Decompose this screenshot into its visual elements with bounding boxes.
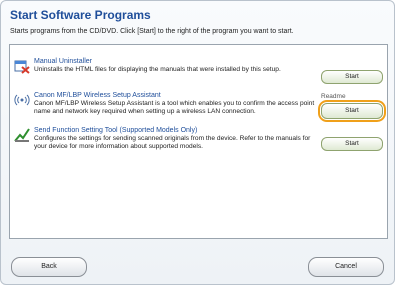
readme-link[interactable]: Readme xyxy=(321,93,346,100)
send-settings-icon xyxy=(14,127,30,143)
uninstaller-icon xyxy=(14,58,30,74)
wireless-icon xyxy=(14,92,30,108)
start-button-manual-uninstaller[interactable]: Start xyxy=(321,70,383,84)
program-description: Canon MF/LBP Wireless Setup Assistant is… xyxy=(34,100,315,115)
setup-window: Start Software Programs Starts programs … xyxy=(0,0,395,285)
instruction-text: Starts programs from the CD/DVD. Click [… xyxy=(10,28,294,35)
cancel-button[interactable]: Cancel xyxy=(308,257,384,277)
start-button-wireless-setup[interactable]: Start xyxy=(318,100,386,122)
program-name: Manual Uninstaller xyxy=(34,58,92,65)
start-button-send-function-tool[interactable]: Start xyxy=(321,137,383,151)
programs-panel: Manual Uninstaller Uninstalls the HTML f… xyxy=(9,44,388,239)
program-name: Canon MF/LBP Wireless Setup Assistant xyxy=(34,92,161,99)
program-name: Send Function Setting Tool (Supported Mo… xyxy=(34,127,198,134)
program-description: Uninstalls the HTML files for displaying… xyxy=(34,66,281,73)
page-title: Start Software Programs xyxy=(10,8,151,22)
program-description: Configures the settings for sending scan… xyxy=(34,135,311,150)
back-button[interactable]: Back xyxy=(11,257,87,277)
